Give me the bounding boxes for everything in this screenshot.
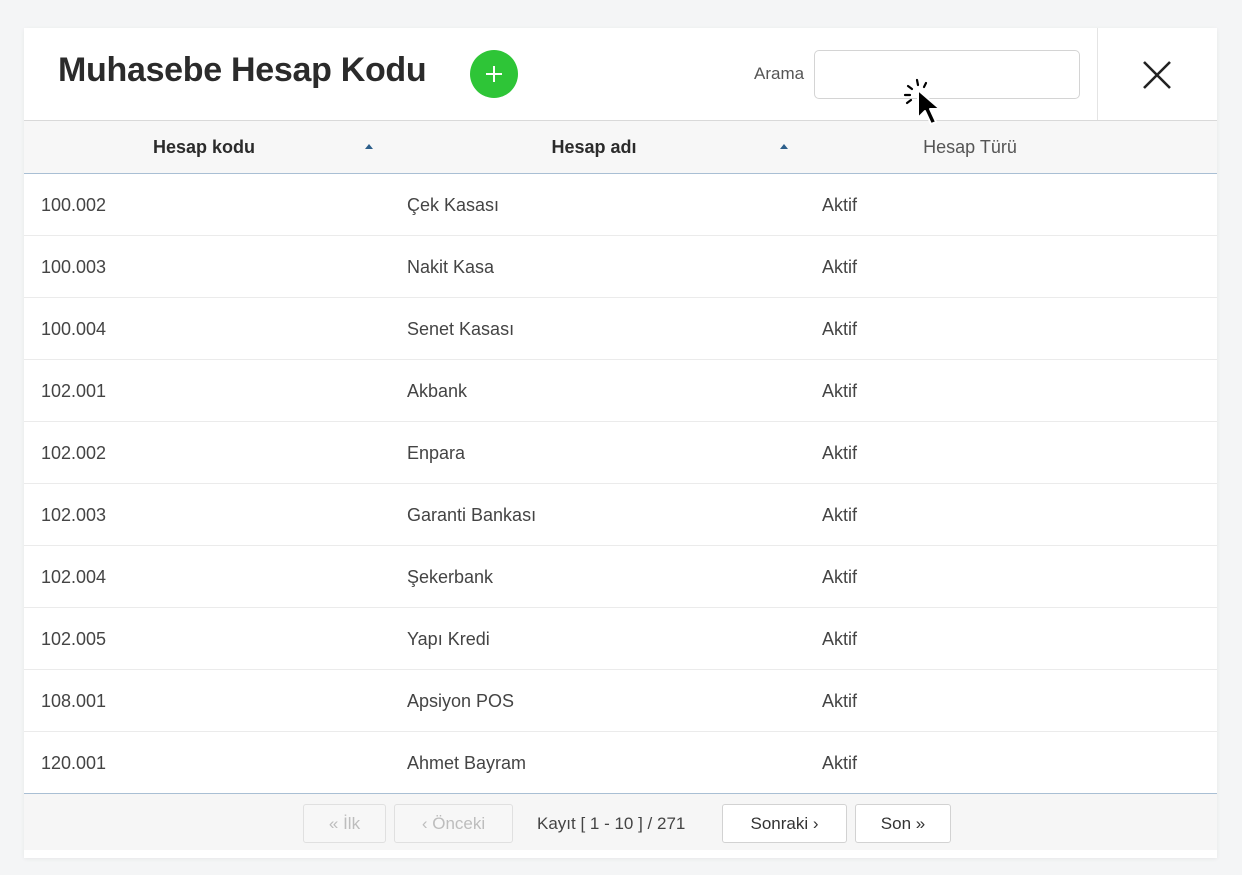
close-button[interactable]	[1134, 52, 1180, 98]
column-header-label: Hesap adı	[551, 136, 637, 157]
cell-account-code: 120.001	[41, 752, 107, 773]
next-page-button[interactable]: Sonraki ›	[722, 804, 847, 843]
table-row[interactable]: 100.004 Senet Kasası Aktif	[24, 298, 1217, 360]
cell-account-code: 100.004	[41, 318, 107, 339]
cell-account-type: Aktif	[822, 690, 858, 711]
table-row[interactable]: 102.004 Şekerbank Aktif	[24, 546, 1217, 608]
sort-asc-icon[interactable]	[780, 144, 788, 149]
table-row[interactable]: 102.003 Garanti Bankası Aktif	[24, 484, 1217, 546]
cell-account-code: 102.002	[41, 442, 107, 463]
cell-account-type: Aktif	[822, 318, 858, 339]
cell-account-type: Aktif	[822, 442, 858, 463]
search-label: Arama	[754, 64, 805, 83]
cell-account-name: Yapı Kredi	[407, 628, 490, 649]
cell-account-code: 100.003	[41, 256, 107, 277]
table-body: 100.002 Çek Kasası Aktif 100.003 Nakit K…	[24, 174, 1217, 794]
table-row[interactable]: 102.001 Akbank Aktif	[24, 360, 1217, 422]
first-page-button[interactable]: « İlk	[303, 804, 386, 843]
column-header-hesap-adi[interactable]: Hesap adı	[474, 121, 714, 173]
cell-account-type: Aktif	[822, 566, 858, 587]
table-row[interactable]: 120.001 Ahmet Bayram Aktif	[24, 732, 1217, 794]
cell-account-type: Aktif	[822, 380, 858, 401]
cell-account-code: 102.003	[41, 504, 107, 525]
table-row[interactable]: 102.002 Enpara Aktif	[24, 422, 1217, 484]
cell-account-code: 102.005	[41, 628, 107, 649]
cell-account-name: Çek Kasası	[407, 194, 500, 215]
record-count-info: Kayıt [ 1 - 10 ] / 271	[537, 813, 686, 833]
cell-account-code: 102.001	[41, 380, 107, 401]
column-header-label: Hesap kodu	[152, 136, 256, 157]
table-row[interactable]: 102.005 Yapı Kredi Aktif	[24, 608, 1217, 670]
header-divider	[1097, 28, 1098, 120]
cell-account-type: Aktif	[822, 628, 858, 649]
dialog-title: Muhasebe Hesap Kodu	[58, 51, 427, 89]
column-header-hesap-kodu[interactable]: Hesap kodu	[84, 121, 324, 173]
cell-account-type: Aktif	[822, 256, 858, 277]
column-header-label: Hesap Türü	[923, 136, 1017, 157]
cell-account-type: Aktif	[822, 504, 858, 525]
column-header-hesap-turu: Hesap Türü	[850, 121, 1090, 173]
search-input[interactable]	[814, 50, 1080, 99]
sort-asc-icon[interactable]	[365, 144, 373, 149]
cell-account-name: Nakit Kasa	[407, 256, 495, 277]
cell-account-name: Akbank	[407, 380, 468, 401]
cell-account-type: Aktif	[822, 752, 858, 773]
cell-account-name: Garanti Bankası	[407, 504, 537, 525]
table-row[interactable]: 108.001 Apsiyon POS Aktif	[24, 670, 1217, 732]
last-page-button[interactable]: Son »	[855, 804, 951, 843]
cell-account-code: 108.001	[41, 690, 107, 711]
table-header: Hesap kodu Hesap adı Hesap Türü	[24, 121, 1217, 174]
dialog-header: Muhasebe Hesap Kodu Arama	[24, 28, 1217, 121]
plus-icon	[486, 66, 502, 82]
table-row[interactable]: 100.003 Nakit Kasa Aktif	[24, 236, 1217, 298]
previous-page-button[interactable]: ‹ Önceki	[394, 804, 513, 843]
close-icon	[1143, 61, 1171, 89]
table-row[interactable]: 100.002 Çek Kasası Aktif	[24, 174, 1217, 236]
add-account-button[interactable]	[470, 50, 518, 98]
cell-account-type: Aktif	[822, 194, 858, 215]
account-code-dialog: Muhasebe Hesap Kodu Arama Hesap kodu Hes…	[24, 28, 1217, 858]
pagination-bar: « İlk ‹ Önceki Kayıt [ 1 - 10 ] / 271 So…	[24, 794, 1217, 850]
cell-account-code: 100.002	[41, 194, 107, 215]
cell-account-code: 102.004	[41, 566, 107, 587]
cell-account-name: Ahmet Bayram	[407, 752, 527, 773]
cell-account-name: Senet Kasası	[407, 318, 515, 339]
cell-account-name: Şekerbank	[407, 566, 494, 587]
cell-account-name: Enpara	[407, 442, 466, 463]
cell-account-name: Apsiyon POS	[407, 690, 515, 711]
